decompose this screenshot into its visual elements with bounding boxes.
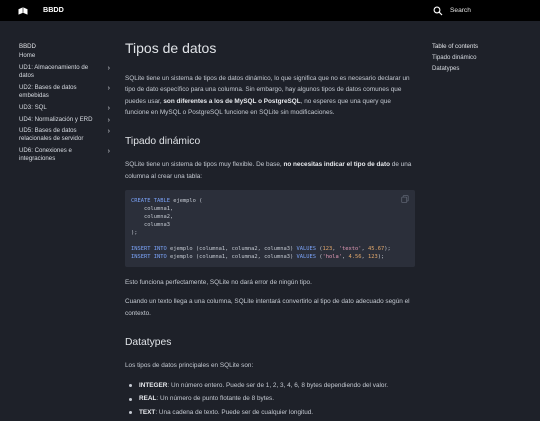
sidebar-item-ud5[interactable]: UD5: Bases de datos relacionales de serv… — [19, 127, 113, 143]
chevron-right-icon[interactable]: › — [108, 147, 110, 156]
book-icon[interactable] — [17, 5, 29, 17]
sidebar-title[interactable]: BBDD — [19, 41, 113, 52]
chevron-right-icon[interactable]: › — [108, 84, 110, 93]
sidebar-item-ud3[interactable]: UD3: SQL › — [19, 104, 113, 112]
sidebar-item-ud6[interactable]: UD6: Conexiones e integraciones › — [19, 147, 113, 163]
datatypes-intro: Los tipos de datos principales en SQLite… — [125, 362, 254, 370]
sidebar-item-ud4[interactable]: UD4: Normalización y ERD › — [19, 116, 113, 124]
sidebar-item-label: UD3: SQL — [19, 103, 47, 111]
section-title-tipado: Tipado dinámico — [125, 136, 201, 148]
search-box[interactable]: Search — [428, 2, 539, 19]
list-item: INTEGER: Un número entero. Puede ser de … — [125, 380, 415, 391]
list-item: TEXT: Una cadena de texto. Puede ser de … — [125, 407, 415, 418]
sidebar-item-home[interactable]: Home — [19, 52, 113, 60]
chevron-right-icon[interactable]: › — [108, 116, 110, 125]
sidebar-item-label: UD2: Bases de datos embebidas — [19, 83, 77, 99]
page-title: Tipos de datos — [125, 40, 217, 56]
tipado-paragraph: SQLite tiene un sistema de tipos muy fle… — [125, 161, 412, 180]
sidebar-item-ud2[interactable]: UD2: Bases de datos embebidas › — [19, 84, 113, 100]
after-code-paragraph: Esto funciona perfectamente, SQLite no d… — [125, 279, 312, 287]
conversion-paragraph: Cuando un texto llega a una columna, SQL… — [125, 298, 410, 317]
main-content: Tipos de datos SQLite tiene un sistema d… — [125, 38, 415, 421]
list-item: REAL: Un número de punto flotante de 8 b… — [125, 393, 415, 404]
chevron-right-icon[interactable]: › — [108, 104, 110, 113]
table-of-contents: Table of contents Tipado dinámico Dataty… — [432, 41, 532, 74]
top-header: BBDD Search — [0, 0, 540, 21]
sidebar-item-label: UD4: Normalización y ERD — [19, 115, 93, 123]
sidebar-item-label: UD6: Conexiones e integraciones — [19, 147, 72, 163]
sidebar-item-label: Home — [19, 52, 36, 59]
site-title[interactable]: BBDD — [43, 5, 64, 15]
chevron-right-icon[interactable]: › — [108, 127, 110, 136]
code-block: CREATE TABLE ejemplo ( columna1, columna… — [125, 190, 415, 268]
sidebar-item-ud1[interactable]: UD1: Almacenamiento de datos › — [19, 64, 113, 80]
chevron-right-icon[interactable]: › — [108, 64, 110, 73]
copy-icon[interactable] — [401, 195, 409, 203]
search-icon — [433, 6, 443, 15]
datatypes-list: INTEGER: Un número entero. Puede ser de … — [125, 380, 415, 419]
section-title-datatypes: Datatypes — [125, 336, 172, 348]
toc-title: Table of contents — [432, 43, 479, 50]
intro-paragraph: SQLite tiene un sistema de tipos de dato… — [125, 75, 410, 116]
sidebar-item-label: UD5: Bases de datos relacionales de serv… — [19, 127, 84, 143]
sidebar-item-label: UD1: Almacenamiento de datos — [19, 63, 89, 79]
toc-item-tipado[interactable]: Tipado dinámico — [432, 52, 532, 63]
search-input[interactable]: Search — [450, 6, 471, 16]
sidebar-nav: BBDD Home UD1: Almacenamiento de datos ›… — [19, 41, 113, 167]
toc-item-datatypes[interactable]: Datatypes — [432, 63, 532, 74]
